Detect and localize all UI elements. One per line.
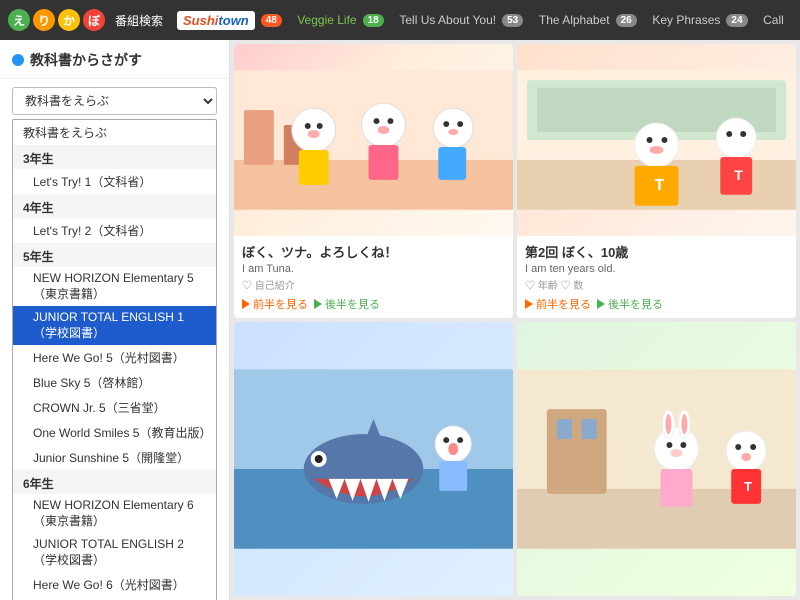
card-tuna-play-first[interactable]: 前半を見る <box>242 296 308 312</box>
sushitown-count: 48 <box>261 14 282 27</box>
nav-sep5 <box>754 13 758 28</box>
nav-veggie-life[interactable]: Veggie Life <box>297 13 356 27</box>
card-shark-image <box>234 322 513 596</box>
main: 教科書からさがす 教科書をえらぶ 教科書をえらぶ 3年生 Let's Try! … <box>0 40 800 600</box>
dropdown-section-3nen: 3年生 <box>13 145 216 169</box>
card-bunny-scene: T <box>517 369 796 549</box>
logo-circle-4: ぼ <box>83 9 105 31</box>
dropdown-item-nh5[interactable]: NEW HORIZON Elementary 5（東京書籍） <box>13 267 216 306</box>
nav-alphabet[interactable]: The Alphabet <box>539 13 610 27</box>
card-tuna-actions: 前半を見る 後半を見る <box>242 296 505 312</box>
svg-text:T: T <box>655 177 665 194</box>
nav-sep3 <box>529 13 533 28</box>
content-area: ぼく、ツナ。よろしくね！ I am Tuna. ♡ 自己紹介 前半を見る 後半を… <box>230 40 800 600</box>
dropdown-section-6nen: 6年生 <box>13 470 216 494</box>
veggie-count: 18 <box>363 14 384 27</box>
svg-text:T: T <box>744 479 752 494</box>
logo-circle-1: え <box>8 9 30 31</box>
card-ten-title-en: I am ten years old. <box>525 263 788 275</box>
nav-sep2 <box>390 13 394 28</box>
card-ten-years: T T 第2回 ぼく、10歳 I am ten years old. ♡ 年齢 … <box>517 44 796 318</box>
nav-sep1 <box>288 13 291 27</box>
card-tuna-second-label: 後半を見る <box>325 296 380 312</box>
card-shark <box>234 322 513 596</box>
dropdown-item-bs5[interactable]: Blue Sky 5（啓林館） <box>13 370 216 395</box>
card-tuna-title-en: I am Tuna. <box>242 263 505 275</box>
nav-keyphrases[interactable]: Key Phrases <box>652 13 720 27</box>
dropdown-section-5nen: 5年生 <box>13 243 216 267</box>
card-ten-title-jp: 第2回 ぼく、10歳 <box>525 242 788 261</box>
logo-circle-3: か <box>58 9 80 31</box>
sidebar-title: 教科書からさがす <box>30 50 142 70</box>
svg-text:T: T <box>734 167 743 183</box>
play-icon-1a <box>242 299 250 309</box>
dropdown-section-4nen: 4年生 <box>13 194 216 218</box>
dropdown-item-js5[interactable]: Junior Sunshine 5（開隆堂） <box>13 445 216 470</box>
card-tuna-scene <box>234 70 513 210</box>
card-ten-meta: ♡ 年齢 ♡ 数 <box>525 277 788 292</box>
tellus-count: 53 <box>502 14 523 27</box>
sushitown-text: Sushi <box>183 13 218 28</box>
dropdown-item-jte2[interactable]: JUNIOR TOTAL ENGLISH 2（学校図書） <box>13 533 216 572</box>
card-ten-first-label: 前半を見る <box>536 296 591 312</box>
card-ten-actions: 前半を見る 後半を見る <box>525 296 788 312</box>
sidebar: 教科書からさがす 教科書をえらぶ 教科書をえらぶ 3年生 Let's Try! … <box>0 40 230 600</box>
logo-icons: え り か ぼ <box>8 9 105 31</box>
dropdown-list: 教科書をえらぶ 3年生 Let's Try! 1（文科省） 4年生 Let's … <box>12 119 217 600</box>
card-bunny: T <box>517 322 796 596</box>
card-grid: ぼく、ツナ。よろしくね！ I am Tuna. ♡ 自己紹介 前半を見る 後半を… <box>230 40 800 600</box>
sushitown-text2: town <box>218 13 248 28</box>
card-shark-scene <box>234 369 513 549</box>
card-ten-years-image: T T <box>517 44 796 236</box>
card-tuna-meta: ♡ 自己紹介 <box>242 277 505 292</box>
card-tuna: ぼく、ツナ。よろしくね！ I am Tuna. ♡ 自己紹介 前半を見る 後半を… <box>234 44 513 318</box>
dropdown-item-hwg6[interactable]: Here We Go! 6（光村図書） <box>13 572 216 597</box>
search-label: 番組検索 <box>115 12 163 29</box>
textbook-select[interactable]: 教科書をえらぶ <box>12 87 217 115</box>
dropdown-item-hwg5[interactable]: Here We Go! 5（光村図書） <box>13 345 216 370</box>
dropdown-item-default[interactable]: 教科書をえらぶ <box>13 120 216 145</box>
card-bunny-image: T <box>517 322 796 596</box>
card-tuna-info: ぼく、ツナ。よろしくね！ I am Tuna. ♡ 自己紹介 前半を見る 後半を… <box>234 236 513 318</box>
card-tuna-image <box>234 44 513 236</box>
sidebar-header: 教科書からさがす <box>0 40 229 79</box>
alphabet-count: 26 <box>616 14 637 27</box>
dropdown-item-crown5[interactable]: CROWN Jr. 5（三省堂） <box>13 395 216 420</box>
play-icon-1b <box>314 299 322 309</box>
card-tuna-title-jp: ぼく、ツナ。よろしくね！ <box>242 242 505 261</box>
card-ten-second-label: 後半を見る <box>608 296 663 312</box>
dropdown-item-lets-try-2[interactable]: Let's Try! 2（文科省） <box>13 218 216 243</box>
nav-call[interactable]: Call <box>763 13 784 27</box>
keyphrases-count: 24 <box>726 14 747 27</box>
card-ten-play-first[interactable]: 前半を見る <box>525 296 591 312</box>
card-tuna-play-second[interactable]: 後半を見る <box>314 296 380 312</box>
logo-circle-2: り <box>33 9 55 31</box>
card-ten-play-second[interactable]: 後半を見る <box>597 296 663 312</box>
dropdown-item-lets-try-1[interactable]: Let's Try! 1（文科省） <box>13 169 216 194</box>
card-tuna-first-label: 前半を見る <box>253 296 308 312</box>
card-ten-scene: T T <box>517 70 796 210</box>
dropdown-item-ows5[interactable]: One World Smiles 5（教育出版） <box>13 420 216 445</box>
play-icon-2a <box>525 299 533 309</box>
play-icon-2b <box>597 299 605 309</box>
dropdown-item-jte1[interactable]: JUNIOR TOTAL ENGLISH 1（学校図書） <box>13 306 216 345</box>
nav-sep4 <box>643 13 647 28</box>
nav-tell-us[interactable]: Tell Us About You! <box>399 13 496 27</box>
dropdown-item-nh6[interactable]: NEW HORIZON Elementary 6（東京書籍） <box>13 494 216 533</box>
header: え り か ぼ 番組検索 Sushitown 48 Veggie Life 18… <box>0 0 800 40</box>
select-box-container[interactable]: 教科書をえらぶ <box>0 87 229 115</box>
card-ten-info: 第2回 ぼく、10歳 I am ten years old. ♡ 年齢 ♡ 数 … <box>517 236 796 318</box>
sidebar-dot <box>12 54 24 66</box>
sushitown-logo[interactable]: Sushitown <box>177 11 255 30</box>
